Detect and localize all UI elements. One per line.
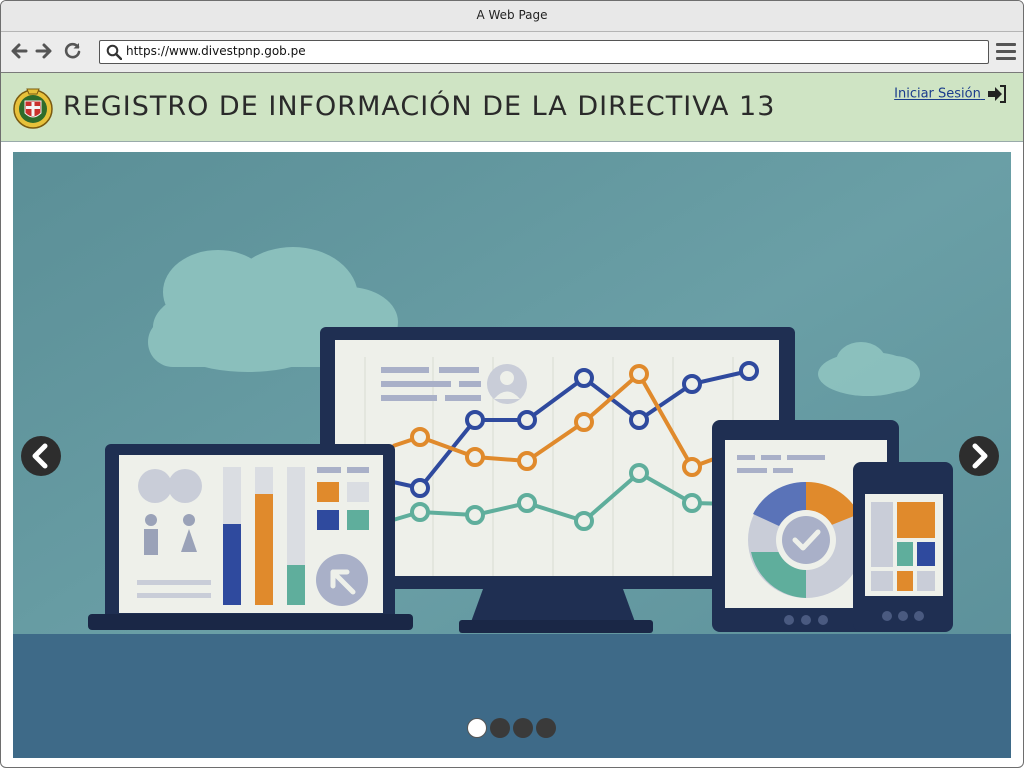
browser-window: A Web Page REGISTRO DE INFORMACIÓN DE — [0, 0, 1024, 768]
chevron-left-icon — [32, 443, 48, 469]
carousel-dot-4[interactable] — [536, 718, 556, 738]
carousel-next-button[interactable] — [959, 436, 999, 476]
carousel-dot-1[interactable] — [467, 718, 487, 738]
window-title: A Web Page — [476, 8, 548, 22]
carousel-dot-2[interactable] — [490, 718, 510, 738]
chevron-right-icon — [972, 443, 988, 469]
site-header: REGISTRO DE INFORMACIÓN DE LA DIRECTIVA … — [1, 73, 1023, 142]
page-title: REGISTRO DE INFORMACIÓN DE LA DIRECTIVA … — [63, 91, 776, 122]
url-input[interactable] — [126, 42, 976, 60]
login-link[interactable]: Iniciar Sesión — [894, 85, 1007, 103]
address-bar[interactable] — [99, 40, 989, 64]
sign-in-icon — [988, 85, 1006, 103]
carousel-dot-3[interactable] — [513, 718, 533, 738]
police-emblem-logo — [13, 88, 53, 129]
reload-icon[interactable] — [63, 41, 83, 61]
carousel-indicators — [467, 718, 559, 740]
image-carousel — [13, 152, 1011, 758]
search-icon — [106, 44, 122, 60]
arrow-right-icon[interactable] — [34, 41, 54, 61]
window-titlebar: A Web Page — [1, 1, 1023, 32]
analytics-devices-illustration — [13, 152, 1011, 758]
carousel-prev-button[interactable] — [21, 436, 61, 476]
login-label: Iniciar Sesión — [894, 86, 981, 102]
browser-toolbar — [1, 32, 1023, 73]
hamburger-menu-icon[interactable] — [996, 43, 1016, 61]
arrow-left-icon[interactable] — [9, 41, 29, 61]
